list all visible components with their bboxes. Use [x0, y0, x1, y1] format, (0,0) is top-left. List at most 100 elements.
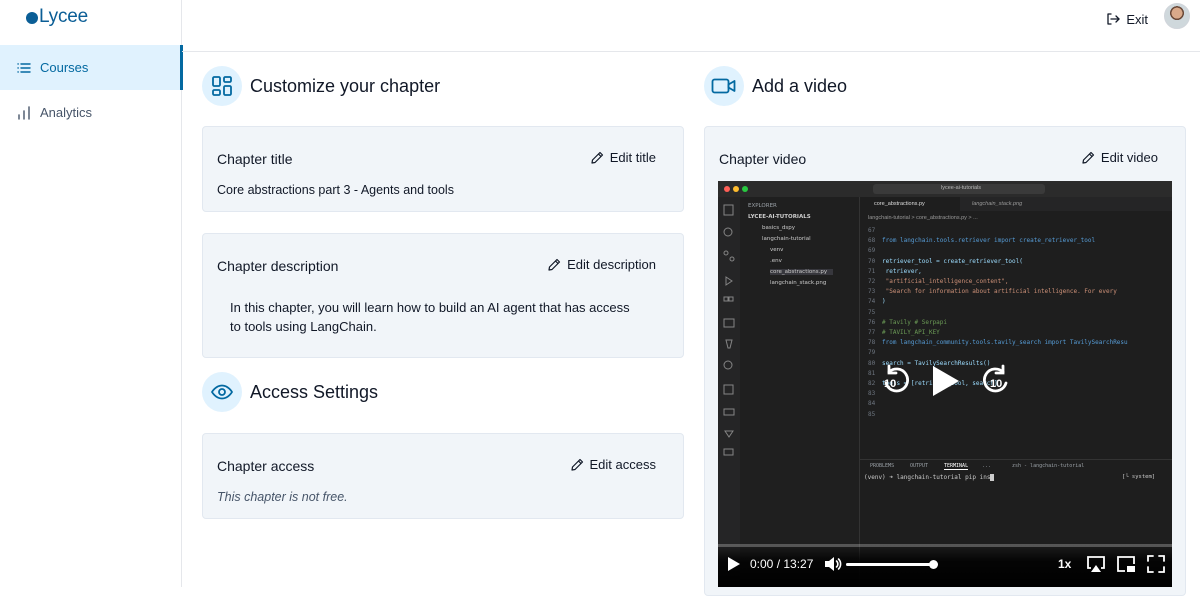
pencil-icon [1082, 151, 1095, 164]
editor-tab-active: core_abstractions.py [860, 197, 960, 211]
terminal-right: [└ system] [1122, 474, 1156, 480]
airplay-button[interactable] [1086, 554, 1106, 579]
card-label: Chapter description [217, 258, 339, 274]
pencil-icon [548, 258, 561, 271]
edit-description-button[interactable]: Edit description [548, 257, 656, 272]
explorer-item: .env [770, 258, 782, 264]
line-number: 68 [868, 237, 876, 245]
logo-mark [26, 12, 38, 24]
edit-video-label: Edit video [1100, 150, 1158, 165]
code-line: 71 retriever, [868, 268, 922, 275]
panel-tabs: PROBLEMS OUTPUT TERMINAL ... zsh - langc… [860, 459, 1172, 471]
code-line: 84 [868, 400, 882, 407]
play-icon [933, 366, 959, 396]
explorer-item: langchain-tutorial [762, 236, 811, 242]
edit-access-button[interactable]: Edit access [570, 457, 656, 472]
video-player[interactable]: lycee-ai-tutorials EXPLORER LYCEE-AI-TUT… [718, 181, 1172, 587]
line-number: 69 [868, 247, 876, 255]
edit-access-label: Edit access [589, 457, 656, 472]
line-number: 72 [868, 278, 876, 285]
sidebar-item-label: Courses [40, 60, 89, 75]
pencil-icon [591, 151, 603, 164]
volume-button[interactable] [824, 556, 842, 577]
card-label: Chapter access [217, 458, 315, 474]
eye-icon [202, 372, 242, 412]
exit-label: Exit [1126, 11, 1148, 27]
progress-bar[interactable] [718, 544, 1172, 547]
volume-knob[interactable] [929, 560, 938, 569]
editor-activity-bar [718, 197, 740, 587]
terminal-text: (venv) ➜ langchain-tutorial pip ins [864, 474, 991, 481]
sidebar-item-courses[interactable]: Courses [0, 45, 183, 90]
chapter-description-card: Chapter description Edit description In … [202, 233, 684, 358]
tab-label: core_abstractions.py [874, 201, 925, 207]
line-number: 79 [868, 349, 876, 357]
code-text: retriever, [882, 267, 922, 275]
code-line: 75 [868, 309, 882, 316]
section-title: Customize your chapter [250, 75, 441, 96]
center-play-button[interactable] [931, 364, 961, 403]
line-number: 73 [868, 288, 876, 296]
editor-breadcrumb: langchain-tutorial > core_abstractions.p… [868, 215, 978, 221]
code-text: "artificial_intelligence_content", [882, 278, 1009, 285]
picture-in-picture-button[interactable] [1116, 554, 1136, 579]
line-number: 84 [868, 400, 876, 408]
play-icon [728, 557, 740, 571]
code-text: from langchain.tools.retriever import cr… [882, 237, 1096, 245]
video-header: Add a video [704, 66, 847, 106]
exit-button[interactable]: Exit [1106, 10, 1148, 28]
line-number: 76 [868, 318, 876, 326]
line-number: 85 [868, 410, 876, 418]
avatar[interactable] [1164, 3, 1190, 29]
playback-speed-button[interactable]: 1x [1058, 557, 1071, 571]
skip-back-button[interactable]: 10 [880, 364, 912, 399]
code-text: ) [882, 298, 886, 306]
explorer-item: basics_dspy [762, 225, 795, 231]
card-label: Chapter title [217, 151, 293, 167]
code-text: from langchain_community.tools.tavily_se… [882, 339, 1128, 347]
volume-fill [846, 563, 934, 566]
sidebar-item-analytics[interactable]: Analytics [0, 90, 182, 135]
fullscreen-button[interactable] [1146, 554, 1166, 579]
tab-label: langchain_stack.png [972, 201, 1023, 207]
list-icon [16, 60, 32, 76]
logo-text: Lycee [39, 6, 88, 27]
close-dot [724, 186, 730, 192]
line-number: 75 [868, 308, 876, 316]
layout-dashboard-icon [202, 66, 242, 106]
line-number: 67 [868, 227, 876, 234]
panel-tab: ... [982, 463, 992, 469]
play-button[interactable] [727, 556, 741, 577]
window-title: lycee-ai-tutorials [941, 185, 982, 191]
volume-icon [825, 557, 842, 571]
sidebar: Lycee Courses Analytics [0, 0, 183, 587]
code-line: 78 from langchain_community.tools.tavily_… [868, 339, 1128, 346]
picture-in-picture-icon [1117, 556, 1135, 572]
chapter-title-card: Chapter title Edit title Core abstractio… [202, 126, 684, 212]
section-title: Access Settings [250, 381, 379, 402]
video-icon [704, 66, 744, 106]
editor-tabs: core_abstractions.py langchain_stack.png [860, 197, 1172, 211]
explorer-title: EXPLORER [748, 203, 777, 209]
edit-video-button[interactable]: Edit video [1082, 150, 1158, 165]
edit-title-button[interactable]: Edit title [591, 150, 656, 165]
chapter-description-line: In this chapter, you will learn how to b… [230, 300, 630, 315]
skip-forward-button[interactable]: 10 [980, 364, 1012, 399]
editor-search: lycee-ai-tutorials [873, 184, 1045, 194]
editor-explorer: EXPLORER LYCEE-AI-TUTORIALS basics_dspy … [740, 197, 860, 587]
code-line: 77 # TAVILY_API_KEY [868, 329, 940, 336]
maximize-dot [742, 186, 748, 192]
code-line: 73 "Search for information about artific… [868, 288, 1117, 295]
code-text: # TAVILY_API_KEY [882, 329, 940, 336]
code-line: 85 [868, 411, 882, 418]
sidebar-item-label: Analytics [40, 105, 93, 120]
volume-slider[interactable] [846, 560, 938, 569]
minimize-dot [733, 186, 739, 192]
line-number: 77 [868, 329, 876, 336]
time-display: 0:00 / 13:27 [750, 557, 814, 571]
access-header: Access Settings [202, 372, 378, 412]
skip-back-label: 10 [884, 378, 897, 390]
logo[interactable]: Lycee [26, 6, 88, 28]
line-number: 78 [868, 339, 876, 347]
airplay-icon [1087, 556, 1105, 572]
